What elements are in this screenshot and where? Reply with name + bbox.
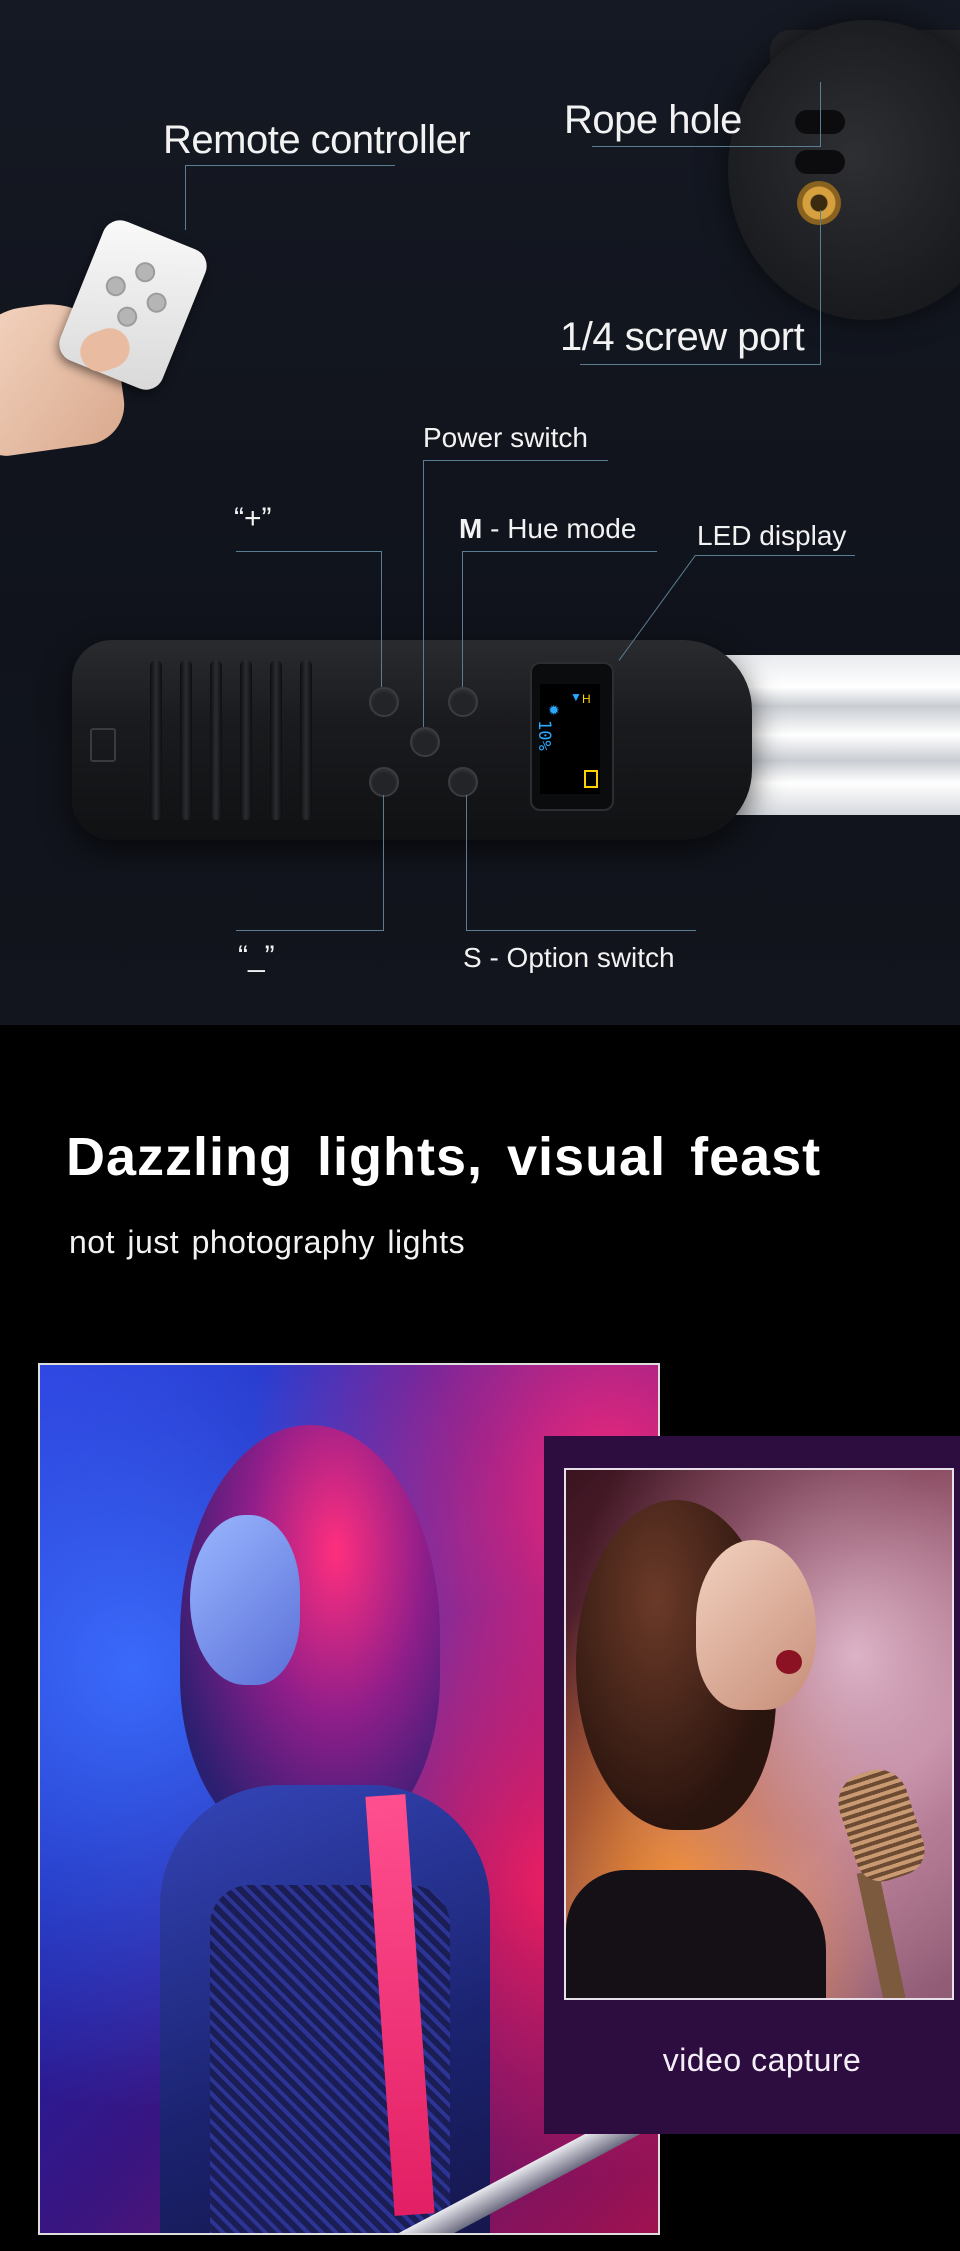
sun-icon: ✹: [548, 702, 560, 718]
hue-mode-label: M - Hue mode: [459, 513, 636, 545]
screw-port: [797, 181, 841, 225]
grip-groove: [210, 660, 222, 820]
headline-title: Dazzling lights, visual feast: [66, 1127, 822, 1187]
leader-line: [466, 795, 467, 930]
photo-mic-stand: [856, 1869, 908, 1998]
leader-line: [466, 930, 696, 931]
grip-groove: [240, 660, 252, 820]
leader-line: [236, 930, 384, 931]
grip-groove: [270, 660, 282, 820]
brightness-value: 10%: [534, 720, 554, 751]
leader-line: [462, 551, 463, 687]
rope-hole: [795, 150, 845, 174]
grip-groove: [180, 660, 192, 820]
usb-port: [90, 728, 116, 762]
leader-line: [592, 146, 820, 147]
grip-groove: [300, 660, 312, 820]
leader-line: [185, 165, 395, 166]
battery-icon: [584, 770, 598, 788]
product-detail-page: Remote controller Rope hole 1/4 screw po…: [0, 0, 960, 2251]
plus-label: “+”: [234, 502, 272, 535]
headline-subtitle: not just photography lights: [69, 1224, 466, 1260]
product-features-section: Remote controller Rope hole 1/4 screw po…: [0, 0, 960, 1025]
power-switch-label: Power switch: [423, 422, 588, 453]
remote-button: [143, 289, 170, 316]
rope-hole-label: Rope hole: [564, 98, 742, 142]
option-switch-button[interactable]: [448, 767, 478, 797]
end-cap-image: [728, 20, 960, 320]
leader-line: [462, 551, 657, 552]
option-switch-label: S - Option switch: [463, 942, 675, 973]
remote-button: [102, 273, 129, 300]
leader-line: [423, 460, 608, 461]
singer-photo: [564, 1468, 954, 2000]
leader-line: [820, 82, 821, 147]
hue-mode-text: - Hue mode: [482, 513, 637, 544]
channel-icon: H: [582, 692, 591, 706]
light-tube-image: [720, 655, 960, 815]
screw-port-label: 1/4 screw port: [560, 315, 805, 359]
leader-line: [580, 364, 820, 365]
leader-line: [820, 210, 821, 365]
remote-button: [132, 259, 159, 286]
photo-face: [696, 1540, 816, 1710]
plus-button[interactable]: [369, 687, 399, 717]
grip-groove: [150, 660, 162, 820]
leader-line: [185, 165, 186, 230]
power-switch-button[interactable]: [410, 727, 440, 757]
photo-microphone: [830, 1761, 932, 1889]
photo-mouth: [776, 1650, 802, 1674]
video-capture-caption: video capture: [662, 2042, 862, 2078]
leader-line: [695, 555, 855, 556]
leader-line: [381, 551, 382, 687]
photo-body: [566, 1870, 826, 1998]
led-display-label: LED display: [697, 520, 847, 551]
minus-label: “_”: [238, 940, 275, 973]
led-display: ▼ H ✹ 10%: [534, 684, 600, 794]
remote-button: [114, 303, 141, 330]
photo-face: [190, 1515, 300, 1685]
leader-line: [236, 551, 382, 552]
minus-button[interactable]: [369, 767, 399, 797]
hue-mode-button[interactable]: [448, 687, 478, 717]
arrow-icon: ▼: [570, 690, 582, 704]
leader-line: [383, 795, 384, 930]
leader-line: [423, 460, 424, 727]
remote-controller-label: Remote controller: [163, 118, 471, 162]
hue-mode-key: M: [459, 513, 483, 544]
